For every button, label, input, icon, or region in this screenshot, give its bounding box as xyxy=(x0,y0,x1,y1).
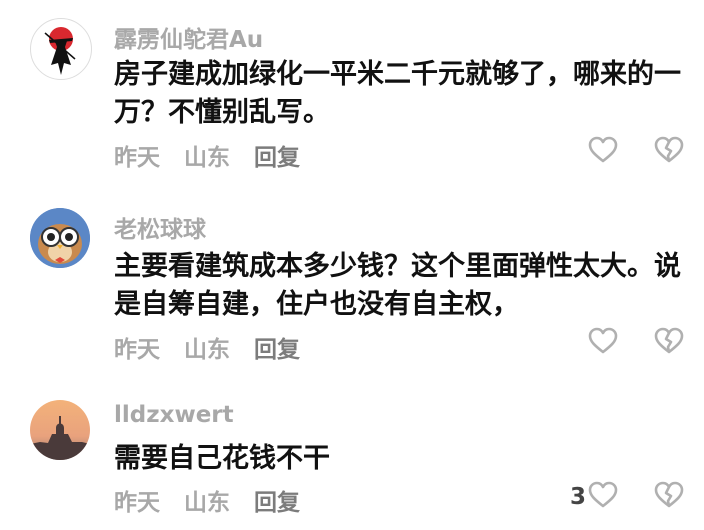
reply-button[interactable]: 回复 xyxy=(254,145,300,171)
heart-outline-icon[interactable] xyxy=(588,327,618,359)
comment-location: 山东 xyxy=(184,490,231,516)
avatar[interactable] xyxy=(30,18,92,80)
comment-actions: 3 xyxy=(569,481,684,513)
comment-text: 房子建成加绿化一平米二千元就够了，哪来的一万？不懂别乱写。 xyxy=(114,59,681,128)
reply-button[interactable]: 回复 xyxy=(254,490,300,516)
username[interactable]: lldzxwert xyxy=(114,402,234,428)
avatar[interactable] xyxy=(30,208,90,268)
comment-actions xyxy=(586,327,684,359)
comment-actions xyxy=(586,136,684,168)
comment-text: 主要看建筑成本多少钱？这个里面弹性太大。说是自筹自建，住户也没有自主权， xyxy=(114,251,681,320)
comment-meta: 昨天 山东 回复 xyxy=(114,138,316,172)
comment-time: 昨天 xyxy=(114,490,160,516)
username[interactable]: 霹雳仙鸵君Au xyxy=(114,20,263,54)
warrior-avatar-icon xyxy=(32,20,90,78)
like-count: 3 xyxy=(569,484,586,510)
broken-heart-outline-icon[interactable] xyxy=(654,136,684,168)
owl-avatar-icon xyxy=(30,208,90,268)
sunset-cathedral-avatar-icon xyxy=(30,400,90,460)
comment-meta: 昨天 山东 回复 xyxy=(114,483,316,517)
comment-time: 昨天 xyxy=(114,337,160,363)
heart-outline-icon[interactable] xyxy=(588,136,618,168)
broken-heart-outline-icon[interactable] xyxy=(654,481,684,513)
username[interactable]: 老松球球 xyxy=(114,210,206,244)
comment-time: 昨天 xyxy=(114,145,160,171)
avatar[interactable] xyxy=(30,400,90,460)
comment-location: 山东 xyxy=(184,337,231,363)
comment-text: 需要自己花钱不干 xyxy=(114,443,330,474)
heart-outline-icon[interactable] xyxy=(588,481,618,513)
reply-button[interactable]: 回复 xyxy=(254,337,300,363)
broken-heart-outline-icon[interactable] xyxy=(654,327,684,359)
comment-meta: 昨天 山东 回复 xyxy=(114,330,316,364)
comment-location: 山东 xyxy=(184,145,231,171)
